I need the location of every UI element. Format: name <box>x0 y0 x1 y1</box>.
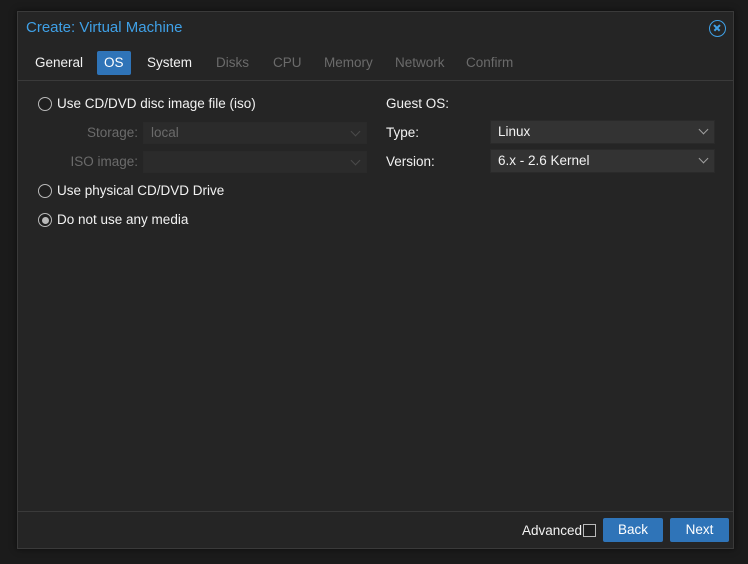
back-button[interactable]: Back <box>603 518 663 542</box>
tab-divider <box>18 80 733 81</box>
wizard-tabs: General OS System Disks CPU Memory Netwo… <box>18 51 733 75</box>
dialog-titlebar[interactable]: Create: Virtual Machine <box>18 12 733 48</box>
os-version-label: Version: <box>386 154 435 169</box>
tab-network: Network <box>395 55 445 70</box>
chevron-down-icon <box>350 126 361 137</box>
storage-value: local <box>151 125 179 140</box>
physical-drive-radio[interactable] <box>38 184 52 198</box>
os-version-select[interactable]: 6.x - 2.6 Kernel <box>490 149 715 173</box>
tab-confirm: Confirm <box>466 55 514 70</box>
iso-image-option-label[interactable]: Use CD/DVD disc image file (iso) <box>57 96 256 111</box>
chevron-down-icon[interactable] <box>698 124 709 135</box>
no-media-option-label[interactable]: Do not use any media <box>57 212 188 227</box>
advanced-checkbox[interactable] <box>583 524 596 537</box>
guest-os-heading: Guest OS: <box>386 96 450 111</box>
os-version-value: 6.x - 2.6 Kernel <box>498 153 590 168</box>
footer-divider <box>18 511 733 512</box>
iso-image-radio[interactable] <box>38 97 52 111</box>
tab-memory: Memory <box>324 55 373 70</box>
os-type-label: Type: <box>386 125 420 140</box>
tab-disks: Disks <box>216 55 249 70</box>
os-type-select[interactable]: Linux <box>490 120 715 144</box>
os-type-value: Linux <box>498 124 531 139</box>
tab-system[interactable]: System <box>140 51 199 75</box>
tab-general[interactable]: General <box>28 51 90 75</box>
create-vm-dialog: Create: Virtual Machine General OS Syste… <box>17 11 734 549</box>
chevron-down-icon[interactable] <box>698 153 709 164</box>
next-button[interactable]: Next <box>670 518 729 542</box>
physical-drive-option-label[interactable]: Use physical CD/DVD Drive <box>57 183 224 198</box>
chevron-down-icon <box>350 155 361 166</box>
tab-os[interactable]: OS <box>97 51 131 75</box>
no-media-radio[interactable] <box>38 213 52 227</box>
close-icon[interactable] <box>709 20 726 37</box>
iso-image-select <box>143 151 367 173</box>
dialog-title: Create: Virtual Machine <box>26 19 183 36</box>
advanced-label[interactable]: Advanced <box>522 523 582 538</box>
storage-select: local <box>143 122 367 144</box>
iso-image-label: ISO image: <box>70 154 138 169</box>
tab-cpu: CPU <box>273 55 302 70</box>
storage-label: Storage: <box>86 125 138 140</box>
